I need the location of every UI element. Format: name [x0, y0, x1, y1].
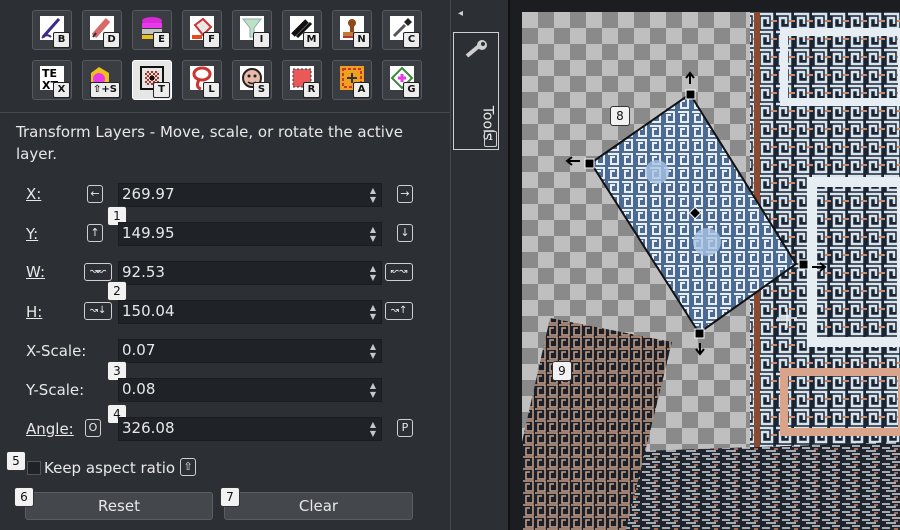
angle-decrease-button[interactable]: O: [85, 419, 101, 437]
wrench-icon: [465, 40, 487, 58]
angle-increase-button[interactable]: P: [397, 419, 413, 437]
side-tab-column: ◂ Tools 1: [452, 0, 508, 530]
keep-aspect-shortcut-key: ⇧: [180, 458, 196, 476]
fill-tool-button[interactable]: F: [182, 10, 222, 50]
color-picker-tool-button[interactable]: C: [382, 10, 422, 50]
annotation-badge: 8: [610, 106, 630, 126]
clear-button[interactable]: Clear: [224, 492, 413, 520]
smudge-tool-button[interactable]: M: [282, 10, 322, 50]
canvas[interactable]: 8 9: [522, 12, 900, 530]
spin-arrows-icon[interactable]: ▲ ▼: [367, 303, 379, 321]
yscale-label: Y-Scale:: [26, 381, 85, 399]
h-decrease-button[interactable]: ↝↓: [84, 302, 112, 320]
shape-tool-button[interactable]: ⇧+S: [82, 60, 122, 100]
shortcut-key: G: [403, 82, 420, 98]
transform-tool-button[interactable]: T: [132, 60, 172, 100]
xscale-label: X-Scale:: [26, 342, 87, 360]
shortcut-key: T: [153, 82, 170, 98]
y-increase-button[interactable]: ↓: [397, 224, 413, 242]
xscale-value: 0.07: [122, 341, 156, 359]
tools-tab-shortcut-key: 1: [484, 131, 497, 147]
x-label: X:: [26, 185, 42, 203]
annotation-badge: 9: [552, 361, 572, 381]
auto-select-tool-button[interactable]: A: [332, 60, 372, 100]
x-value: 269.97: [122, 185, 175, 203]
h-label: H:: [26, 303, 43, 321]
yscale-value: 0.08: [122, 380, 156, 398]
shortcut-key: C: [403, 32, 420, 48]
w-increase-button[interactable]: ↜↝: [385, 263, 413, 281]
annotation-badge: 7: [220, 487, 240, 507]
shortcut-key: L: [203, 82, 220, 98]
y-value: 149.95: [122, 224, 175, 242]
annotation-badge: 2: [107, 281, 127, 301]
spin-arrows-icon[interactable]: ▲ ▼: [367, 342, 379, 360]
h-input[interactable]: 150.04 ▲ ▼: [118, 300, 382, 324]
tools-tab[interactable]: Tools 1: [453, 32, 499, 150]
shortcut-key: R: [303, 82, 320, 98]
y-decrease-button[interactable]: ↑: [87, 224, 103, 242]
keep-aspect-checkbox[interactable]: [27, 461, 41, 475]
x-decrease-button[interactable]: ←: [87, 185, 103, 203]
shortcut-key: S: [253, 82, 270, 98]
h-increase-button[interactable]: ↝↑: [385, 302, 413, 320]
brush-tool-button[interactable]: B: [32, 10, 72, 50]
shortcut-key: M: [303, 32, 320, 48]
shortcut-key: ⇧+S: [90, 82, 120, 98]
w-input[interactable]: 92.53 ▲ ▼: [118, 261, 382, 285]
shortcut-key: B: [53, 32, 70, 48]
xscale-input[interactable]: 0.07 ▲ ▼: [118, 339, 382, 363]
spin-arrows-icon[interactable]: ▲ ▼: [367, 264, 379, 282]
w-label: W:: [26, 263, 46, 281]
angle-label: Angle:: [26, 420, 74, 438]
rect-select-tool-button[interactable]: R: [282, 60, 322, 100]
y-label: Y:: [26, 225, 39, 243]
shortcut-key: I: [253, 32, 270, 48]
collapse-arrow-icon[interactable]: ◂: [458, 8, 463, 19]
keep-aspect-label: Keep aspect ratio: [44, 459, 176, 477]
selection-tool-button[interactable]: S: [232, 60, 272, 100]
w-decrease-button[interactable]: ↝↜: [84, 263, 112, 281]
spin-arrows-icon[interactable]: ▲ ▼: [367, 381, 379, 399]
shortcut-key: X: [53, 82, 70, 98]
angle-value: 326.08: [122, 419, 175, 437]
layers-stack-tool-button[interactable]: E: [132, 10, 172, 50]
canvas-area[interactable]: 8 9: [508, 0, 900, 530]
tool-description: Transform Layers - Move, scale, or rotat…: [16, 123, 403, 163]
shortcut-key: N: [353, 32, 370, 48]
yscale-input[interactable]: 0.08 ▲ ▼: [118, 378, 382, 402]
tool-panel: B D E F I M N C TE XT X ⇧+S T L S R A G …: [0, 0, 450, 530]
reset-button[interactable]: Reset: [25, 492, 213, 520]
shortcut-key: E: [153, 32, 170, 48]
eraser-tool-button[interactable]: D: [82, 10, 122, 50]
canvas-image: [522, 12, 900, 530]
lasso-tool-button[interactable]: L: [182, 60, 222, 100]
annotation-badge: 6: [14, 487, 34, 507]
spin-arrows-icon[interactable]: ▲ ▼: [367, 225, 379, 243]
text-tool-button[interactable]: TE XT X: [32, 60, 72, 100]
w-value: 92.53: [122, 263, 165, 281]
filter-tool-button[interactable]: I: [232, 10, 272, 50]
spin-arrows-icon[interactable]: ▲ ▼: [367, 420, 379, 438]
h-value: 150.04: [122, 302, 175, 320]
shortcut-key: D: [103, 32, 120, 48]
y-input[interactable]: 149.95 ▲ ▼: [118, 222, 382, 246]
shortcut-key: A: [353, 82, 370, 98]
x-increase-button[interactable]: →: [397, 185, 413, 203]
stamp-tool-button[interactable]: N: [332, 10, 372, 50]
angle-input[interactable]: 326.08 ▲ ▼: [118, 417, 382, 441]
panel-divider: [450, 0, 451, 530]
divider: [0, 112, 450, 113]
shortcut-key: F: [203, 32, 220, 48]
annotation-badge: 5: [6, 451, 26, 471]
x-input[interactable]: 269.97 ▲ ▼: [118, 183, 382, 207]
spin-arrows-icon[interactable]: ▲ ▼: [367, 186, 379, 204]
gradient-tool-button[interactable]: G: [382, 60, 422, 100]
